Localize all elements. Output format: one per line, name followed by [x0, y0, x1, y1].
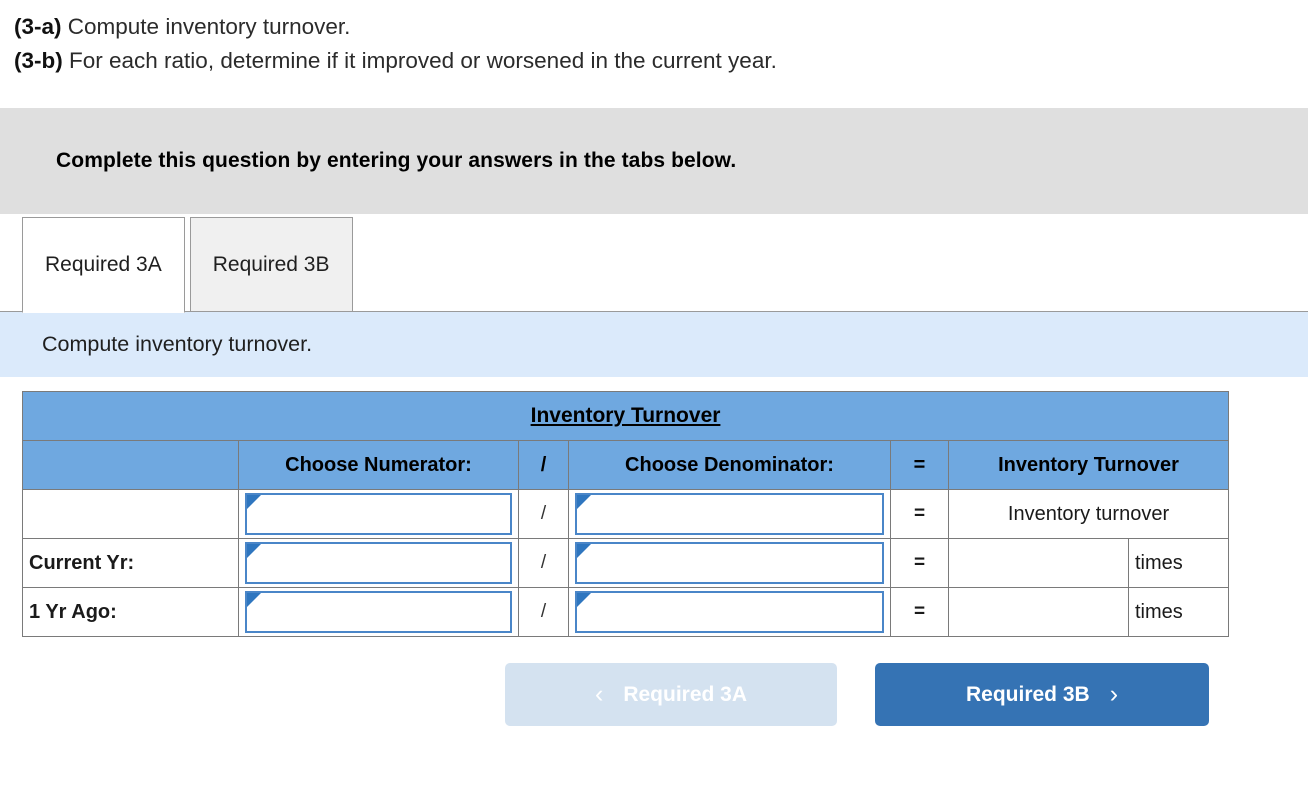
prompt-tag-3b: (3-b)	[14, 48, 63, 73]
slash-0: /	[518, 489, 569, 539]
row-label-1: Current Yr:	[22, 538, 239, 588]
tab-required-3b-label: Required 3B	[212, 252, 330, 276]
denominator-select-1[interactable]	[575, 542, 884, 584]
table-title-row: Inventory Turnover	[21, 391, 1230, 441]
next-required-3b-button[interactable]: Required 3B ›	[875, 663, 1209, 726]
inventory-turnover-table: Inventory Turnover Choose Numerator: / C…	[21, 391, 1230, 637]
numerator-select-0[interactable]	[245, 493, 512, 535]
equals-1: =	[890, 538, 949, 588]
tab-required-3a-label: Required 3A	[45, 253, 162, 276]
header-inventory-turnover: Inventory Turnover	[947, 440, 1230, 490]
row-label-2: 1 Yr Ago:	[22, 587, 239, 637]
table-row: / = Inventory turnover	[22, 489, 1230, 539]
equals-2: =	[890, 587, 949, 637]
result-value-1[interactable]	[948, 538, 1129, 588]
next-required-3b-label: Required 3B	[965, 682, 1090, 706]
header-equals: =	[890, 440, 949, 490]
result-unit-2: times	[1127, 587, 1230, 637]
prev-required-3a-button[interactable]: ‹ Required 3A	[505, 663, 837, 726]
result-value-2[interactable]	[948, 587, 1129, 637]
prompt-tag-3a: (3-a)	[14, 14, 62, 39]
instruction-banner: Complete this question by entering your …	[0, 108, 1308, 214]
numerator-select-1[interactable]	[245, 542, 512, 584]
table-row: Current Yr: / = times	[22, 538, 1230, 588]
prompt-line-3a: (3-a) Compute inventory turnover.	[14, 10, 1308, 44]
numerator-cell-0	[238, 489, 519, 539]
denominator-select-2[interactable]	[575, 591, 884, 633]
numerator-cell-2	[238, 587, 519, 637]
denominator-cell-0	[568, 489, 891, 539]
prev-required-3a-label: Required 3A	[623, 682, 748, 706]
tab-required-3b[interactable]: Required 3B	[189, 217, 353, 312]
tab-required-3a[interactable]: Required 3A	[22, 217, 185, 313]
prompt-text-3b: For each ratio, determine if it improved…	[62, 48, 777, 73]
navigation-buttons: ‹ Required 3A Required 3B ›	[0, 637, 1308, 726]
sub-instruction-text: Compute inventory turnover.	[42, 332, 313, 356]
sub-instruction-band: Compute inventory turnover.	[0, 312, 1308, 377]
header-blank	[22, 440, 239, 490]
tab-strip: Required 3A Required 3B	[0, 214, 1308, 313]
table-row: 1 Yr Ago: / = times	[22, 587, 1230, 637]
denominator-select-0[interactable]	[575, 493, 884, 535]
equals-0: =	[890, 489, 949, 539]
numerator-cell-1	[238, 538, 519, 588]
denominator-cell-2	[568, 587, 891, 637]
chevron-left-icon: ‹	[594, 680, 604, 708]
header-slash: /	[518, 440, 569, 490]
result-unit-1: times	[1127, 538, 1230, 588]
row-label-0	[22, 489, 239, 539]
prompt-line-3b: (3-b) For each ratio, determine if it im…	[14, 44, 1308, 78]
prompt-text-3a: Compute inventory turnover.	[61, 14, 351, 39]
slash-1: /	[518, 538, 569, 588]
header-choose-denominator: Choose Denominator:	[568, 440, 891, 490]
slash-2: /	[518, 587, 569, 637]
table-title: Inventory Turnover	[21, 391, 1230, 441]
table-header-row: Choose Numerator: / Choose Denominator: …	[22, 440, 1230, 490]
instruction-text: Complete this question by entering your …	[56, 149, 737, 172]
header-choose-numerator: Choose Numerator:	[238, 440, 519, 490]
chevron-right-icon: ›	[1109, 680, 1119, 708]
question-prompt: (3-a) Compute inventory turnover. (3-b) …	[0, 0, 1308, 78]
numerator-select-2[interactable]	[245, 591, 512, 633]
answer-table-wrapper: Inventory Turnover Choose Numerator: / C…	[0, 377, 1308, 637]
denominator-cell-1	[568, 538, 891, 588]
result-label-0: Inventory turnover	[947, 489, 1230, 539]
